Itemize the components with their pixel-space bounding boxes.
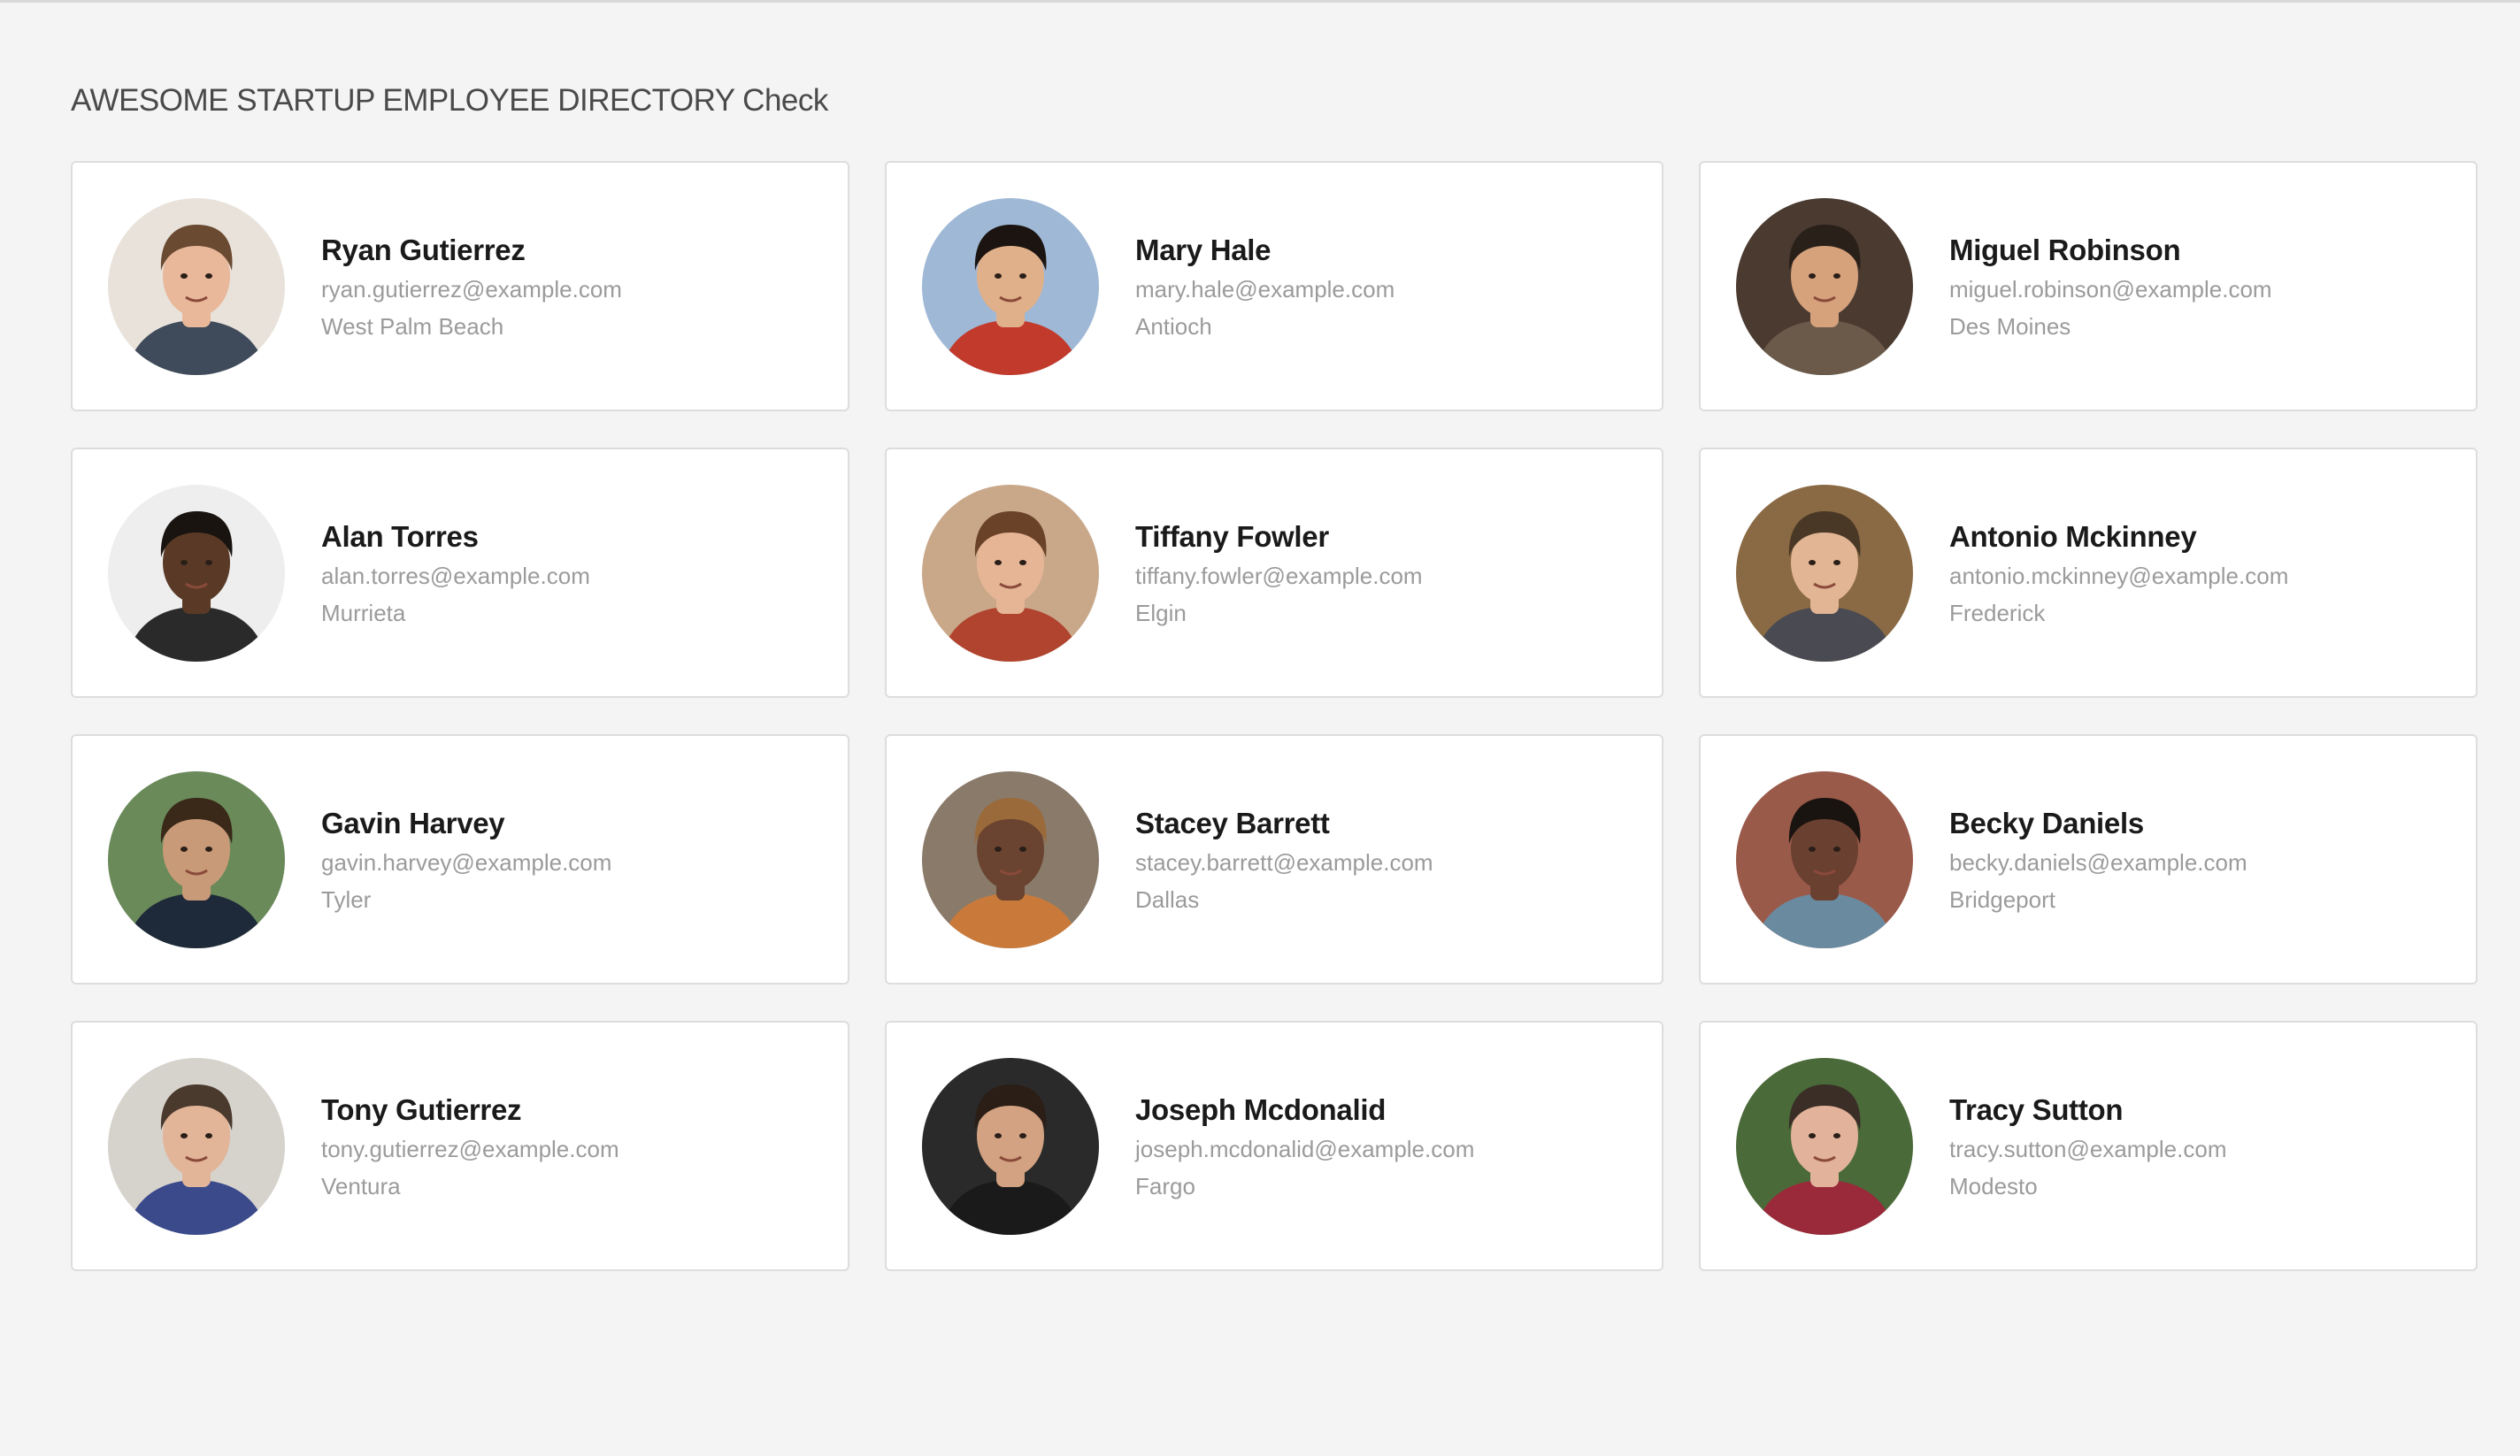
employee-email: gavin.harvey@example.com [321,848,612,876]
employee-card[interactable]: Alan Torres alan.torres@example.com Murr… [71,448,849,698]
avatar-photo [922,484,1099,662]
employee-info: Alan Torres alan.torres@example.com Murr… [321,519,590,627]
employee-email: stacey.barrett@example.com [1135,848,1433,876]
employee-email: mary.hale@example.com [1135,275,1395,303]
employee-email: tiffany.fowler@example.com [1135,562,1423,589]
avatar-photo [108,770,285,948]
avatar-photo [108,1057,285,1235]
avatar [922,770,1099,948]
avatar [1736,1057,1913,1235]
employee-name: Tiffany Fowler [1135,519,1329,553]
employee-email: miguel.robinson@example.com [1949,275,2272,303]
avatar-photo [1736,770,1913,948]
employee-city: Tyler [321,885,372,913]
avatar-photo [1736,1057,1913,1235]
employee-card[interactable]: Tracy Sutton tracy.sutton@example.com Mo… [1699,1021,2478,1271]
avatar-photo [108,484,285,662]
employee-name: Alan Torres [321,519,479,553]
employee-card[interactable]: Antonio Mckinney antonio.mckinney@exampl… [1699,448,2478,698]
employee-name: Tracy Sutton [1949,1092,2124,1126]
top-divider [0,0,2520,3]
avatar [1736,770,1913,948]
employee-grid: Ryan Gutierrez ryan.gutierrez@example.co… [71,161,2478,1271]
employee-info: Antonio Mckinney antonio.mckinney@exampl… [1949,519,2288,627]
employee-city: West Palm Beach [321,312,504,340]
avatar-photo [1736,484,1913,662]
employee-card[interactable]: Mary Hale mary.hale@example.com Antioch [885,161,1663,411]
page-title: AWESOME STARTUP EMPLOYEE DIRECTORY Check [71,83,828,118]
employee-name: Antonio Mckinney [1949,519,2197,553]
employee-card[interactable]: Tony Gutierrez tony.gutierrez@example.co… [71,1021,849,1271]
employee-city: Fargo [1135,1172,1195,1199]
employee-name: Gavin Harvey [321,806,505,839]
avatar-photo [1736,197,1913,375]
employee-card[interactable]: Becky Daniels becky.daniels@example.com … [1699,734,2478,985]
avatar [108,770,285,948]
employee-city: Murrieta [321,599,406,626]
employee-name: Miguel Robinson [1949,233,2181,266]
avatar [108,197,285,375]
avatar [108,484,285,662]
employee-info: Tony Gutierrez tony.gutierrez@example.co… [321,1092,619,1200]
employee-city: Elgin [1135,599,1187,626]
employee-name: Tony Gutierrez [321,1092,522,1126]
employee-info: Tracy Sutton tracy.sutton@example.com Mo… [1949,1092,2226,1200]
employee-email: tony.gutierrez@example.com [321,1135,619,1162]
employee-city: Modesto [1949,1172,2038,1199]
avatar-photo [108,197,285,375]
employee-email: alan.torres@example.com [321,562,590,589]
employee-city: Dallas [1135,885,1200,913]
employee-info: Mary Hale mary.hale@example.com Antioch [1135,233,1394,341]
avatar [922,484,1099,662]
employee-card[interactable]: Stacey Barrett stacey.barrett@example.co… [885,734,1663,985]
employee-name: Mary Hale [1135,233,1272,266]
employee-info: Miguel Robinson miguel.robinson@example.… [1949,233,2272,341]
avatar-photo [922,770,1099,948]
avatar [1736,197,1913,375]
avatar [922,197,1099,375]
avatar-photo [922,1057,1099,1235]
employee-info: Becky Daniels becky.daniels@example.com … [1949,806,2247,914]
avatar-photo [922,197,1099,375]
employee-city: Frederick [1949,599,2046,626]
employee-info: Tiffany Fowler tiffany.fowler@example.co… [1135,519,1423,627]
employee-name: Becky Daniels [1949,806,2144,839]
employee-card[interactable]: Joseph Mcdonalid joseph.mcdonalid@exampl… [885,1021,1663,1271]
employee-card[interactable]: Ryan Gutierrez ryan.gutierrez@example.co… [71,161,849,411]
employee-city: Antioch [1135,312,1212,340]
employee-info: Joseph Mcdonalid joseph.mcdonalid@exampl… [1135,1092,1474,1200]
employee-name: Ryan Gutierrez [321,233,526,266]
employee-email: ryan.gutierrez@example.com [321,275,622,303]
employee-city: Ventura [321,1172,401,1199]
employee-name: Joseph Mcdonalid [1135,1092,1387,1126]
employee-email: antonio.mckinney@example.com [1949,562,2289,589]
employee-info: Gavin Harvey gavin.harvey@example.com Ty… [321,806,611,914]
employee-info: Ryan Gutierrez ryan.gutierrez@example.co… [321,233,622,341]
employee-city: Des Moines [1949,312,2071,340]
employee-email: becky.daniels@example.com [1949,848,2247,876]
employee-name: Stacey Barrett [1135,806,1330,839]
employee-card[interactable]: Miguel Robinson miguel.robinson@example.… [1699,161,2478,411]
avatar [922,1057,1099,1235]
employee-city: Bridgeport [1949,885,2055,913]
employee-card[interactable]: Gavin Harvey gavin.harvey@example.com Ty… [71,734,849,985]
employee-email: tracy.sutton@example.com [1949,1135,2227,1162]
avatar [108,1057,285,1235]
employee-info: Stacey Barrett stacey.barrett@example.co… [1135,806,1433,914]
avatar [1736,484,1913,662]
employee-card[interactable]: Tiffany Fowler tiffany.fowler@example.co… [885,448,1663,698]
employee-email: joseph.mcdonalid@example.com [1135,1135,1475,1162]
